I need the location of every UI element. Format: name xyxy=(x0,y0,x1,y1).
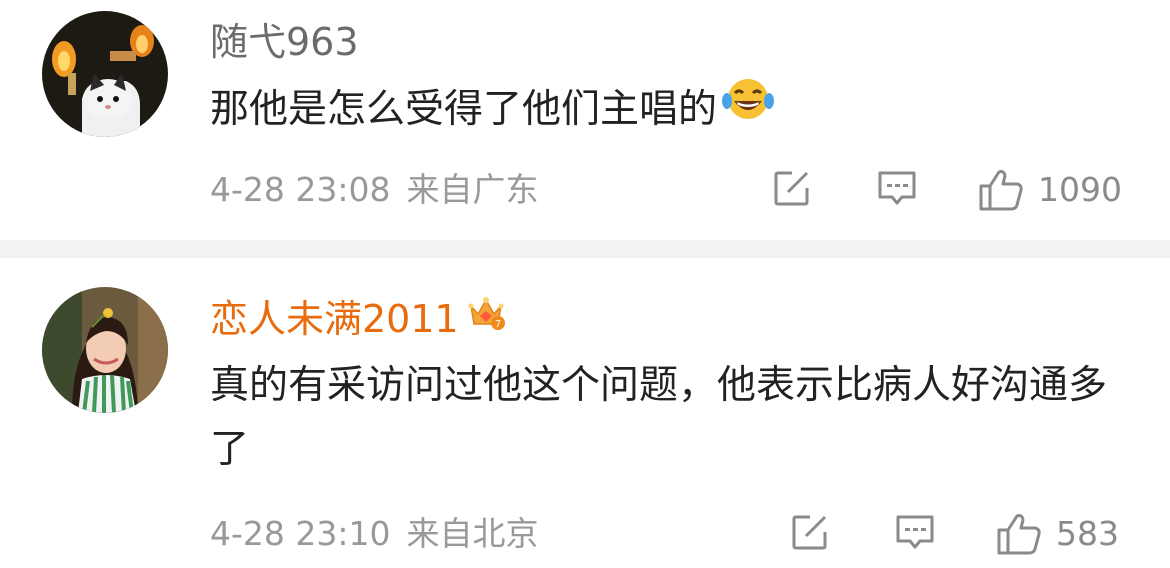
crown-badge-icon: 7 xyxy=(465,292,507,343)
comment-text: 那他是怎么受得了他们主唱的 xyxy=(210,87,718,132)
comment-content: 那他是怎么受得了他们主唱的 xyxy=(210,78,1110,145)
svg-text:7: 7 xyxy=(495,319,501,330)
like-button[interactable]: 1090 xyxy=(978,168,1122,212)
username-text[interactable]: 恋人未满2011 xyxy=(210,297,459,341)
thumbs-up-icon xyxy=(997,514,1041,555)
comment-meta: 4-28 23:08 来自广东 xyxy=(210,170,539,210)
comment-content: 真的有采访问过他这个问题，他表示比病人好沟通多了 xyxy=(210,354,1110,482)
comment-button[interactable] xyxy=(876,168,918,208)
avatar[interactable] xyxy=(42,11,168,137)
comment-date: 4-28 23:08 xyxy=(210,170,391,209)
comment-icon xyxy=(896,515,934,549)
comment-date: 4-28 23:10 xyxy=(210,514,391,553)
thumbs-up-icon xyxy=(979,170,1023,211)
username[interactable]: 恋人未满2011 7 xyxy=(210,296,507,347)
like-button[interactable]: 583 xyxy=(996,512,1119,556)
username-text[interactable]: 随弋963 xyxy=(210,20,359,64)
comment-divider xyxy=(0,240,1170,258)
avatar[interactable] xyxy=(42,287,168,413)
share-icon xyxy=(774,171,809,206)
share-button[interactable] xyxy=(790,512,830,552)
comment-location: 来自北京 xyxy=(406,514,539,553)
comment-location: 来自广东 xyxy=(406,170,539,209)
comment-text: 真的有采访问过他这个问题，他表示比病人好沟通多了 xyxy=(210,363,1108,472)
like-count: 583 xyxy=(1056,514,1119,553)
comment-icon xyxy=(878,171,916,205)
laughing-tears-emoji-icon xyxy=(721,75,775,141)
username[interactable]: 随弋963 xyxy=(210,20,359,64)
like-count: 1090 xyxy=(1038,170,1122,209)
comment-item: 随弋963 那他是怎么受得了他们主唱的 4-28 23:08 来自广东 1090 xyxy=(0,0,1170,240)
comment-button[interactable] xyxy=(894,512,936,552)
comment-item: 恋人未满2011 7 真的有采访问过他这个问题，他表示比病人好沟通多了 4-28… xyxy=(0,258,1170,568)
share-button[interactable] xyxy=(772,168,812,208)
share-icon xyxy=(792,515,827,550)
comment-meta: 4-28 23:10 来自北京 xyxy=(210,514,539,554)
